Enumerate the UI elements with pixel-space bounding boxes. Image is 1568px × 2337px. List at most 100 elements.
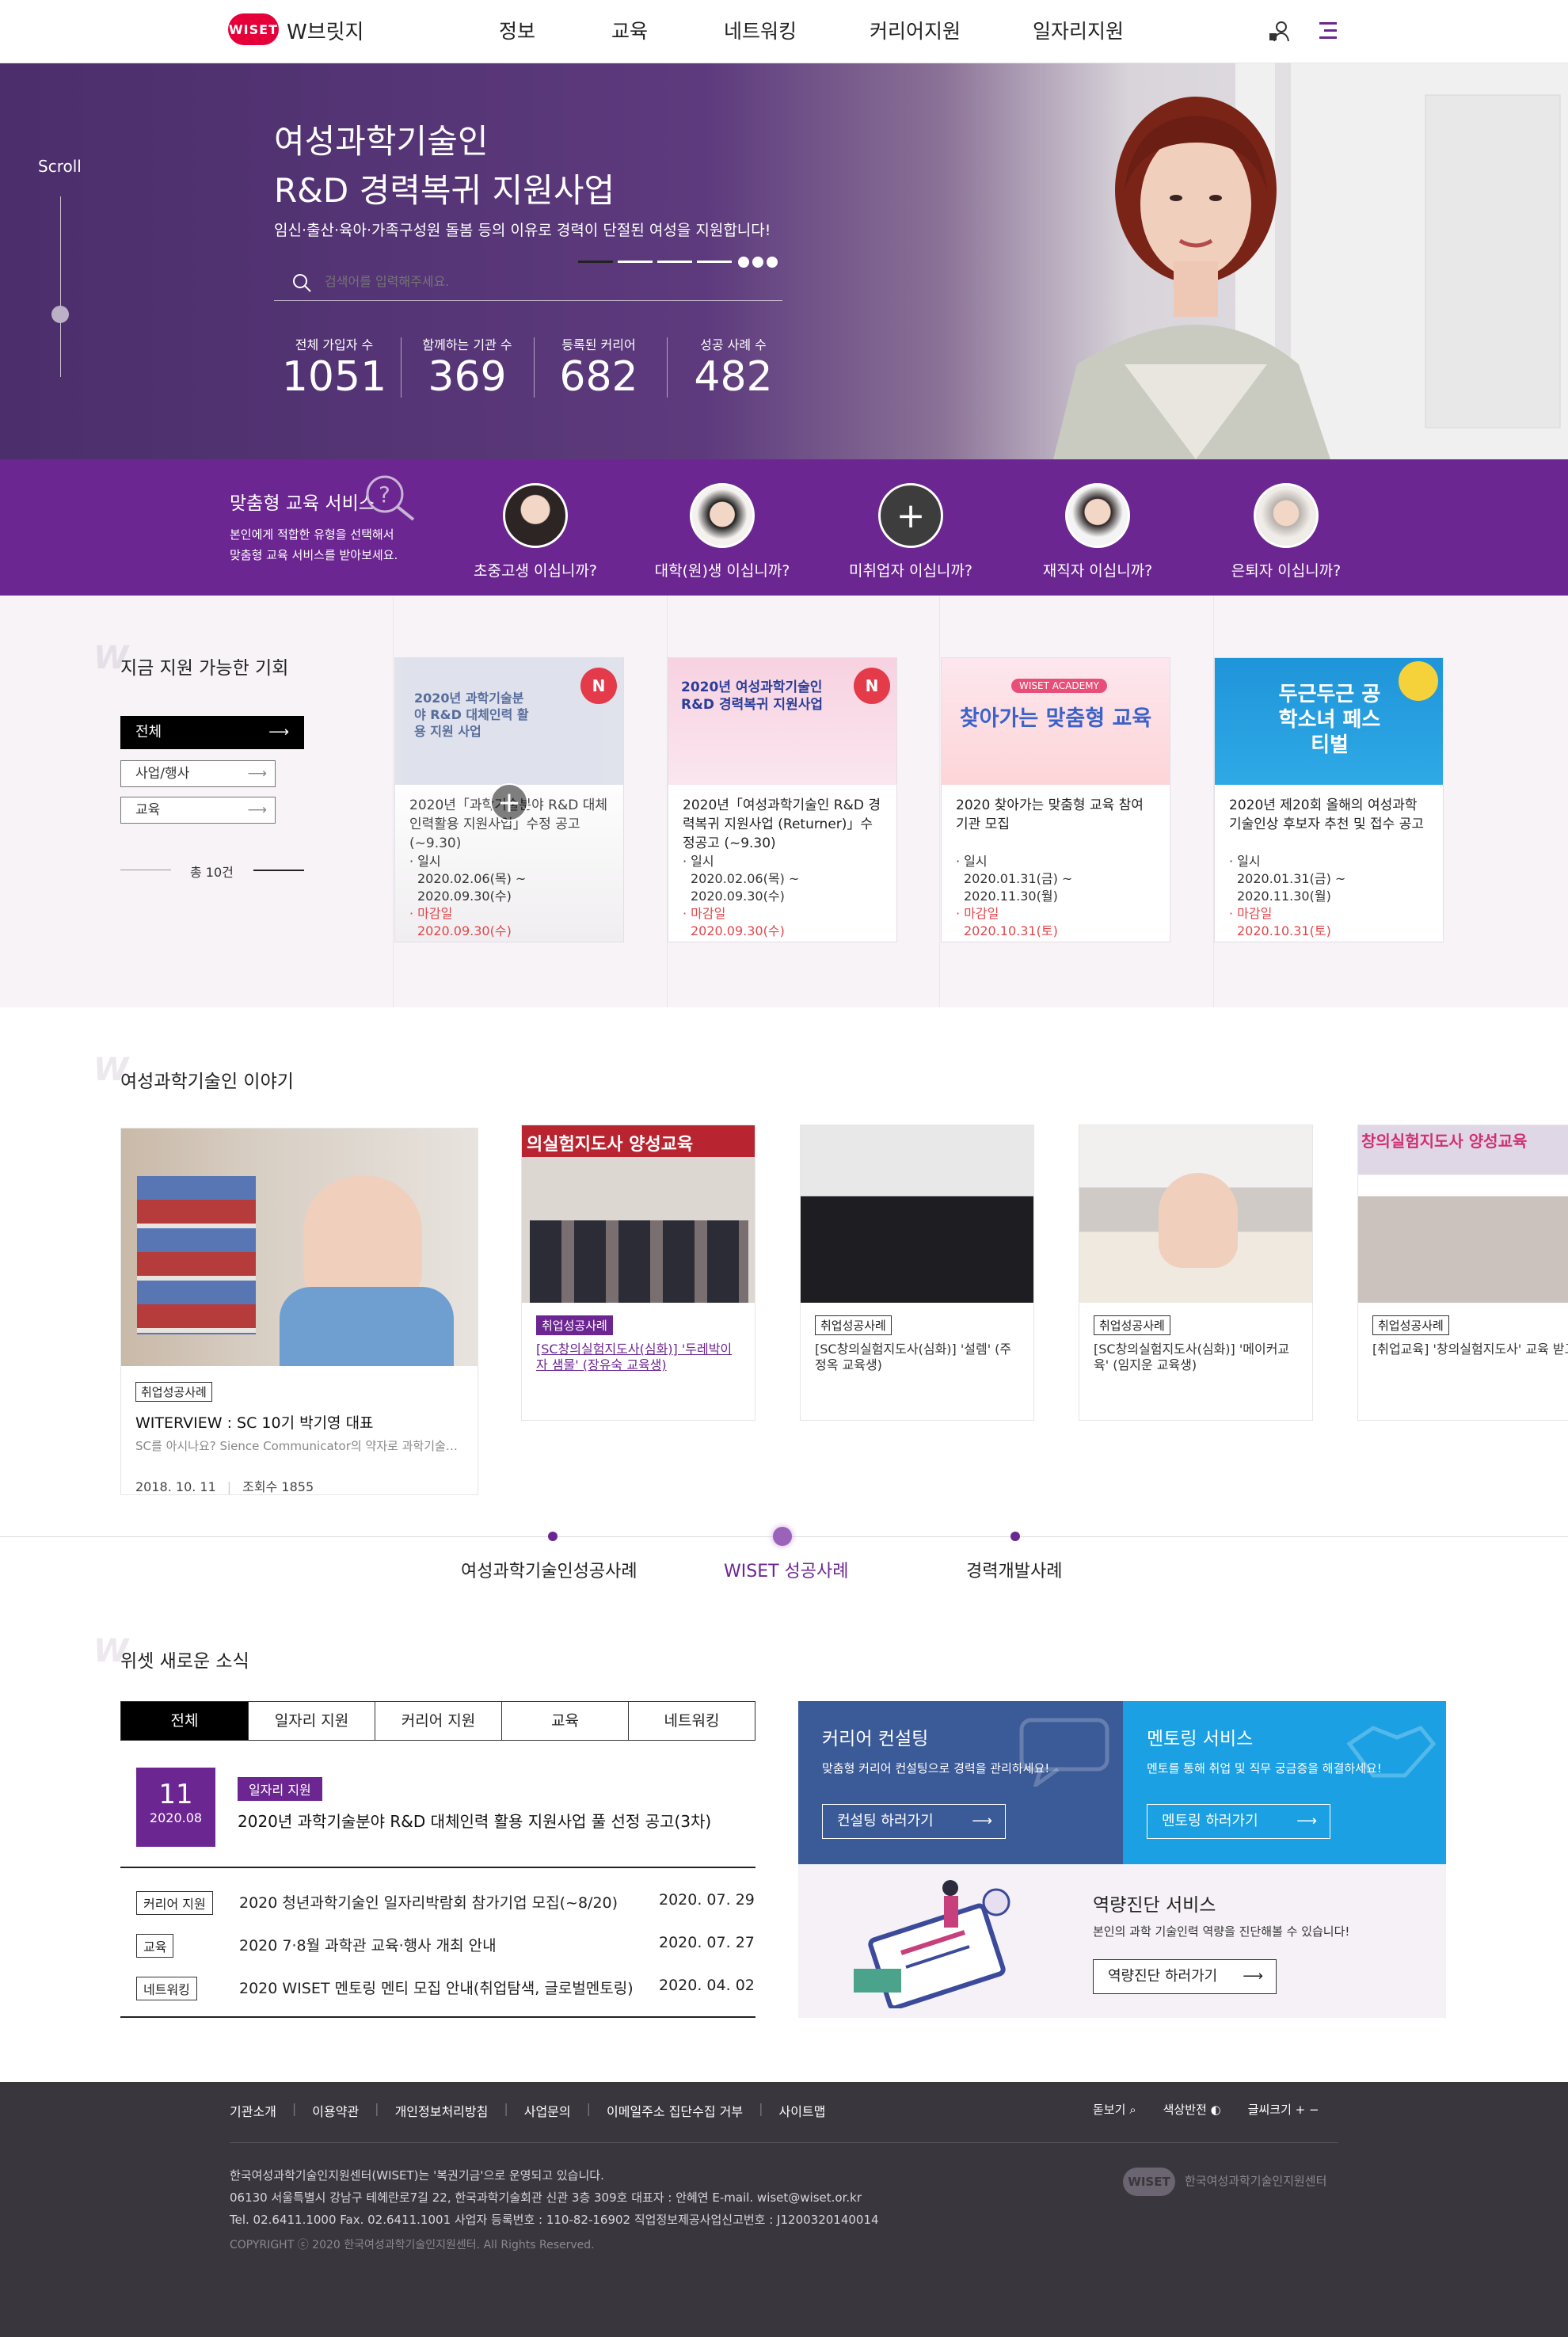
hero-title: 여성과학기술인 R&D 경력복귀 지원사업 bbox=[274, 122, 615, 210]
opportunities-section: W 지금 지원 가능한 기회 전체 ⟶ 사업/행사 ⟶ 교육 ⟶ 총 10건 2020… bbox=[0, 596, 1568, 1007]
news-tab-networking[interactable]: 네트워킹 bbox=[628, 1701, 755, 1741]
new-badge: N bbox=[580, 668, 617, 704]
opp-tab-business[interactable]: 사업/행사 ⟶ bbox=[120, 760, 276, 787]
stories-title: 여성과학기술인 이야기 bbox=[120, 1071, 294, 1092]
story-card[interactable]: 창의실험지도사 양성교육 취업성공사례 [취업교육] '창의실험지도사' 교육 … bbox=[1357, 1125, 1568, 1421]
story-card[interactable]: 취업성공사례 WITERVIEW : SC 10기 박기영 대표 SC를 아시나… bbox=[120, 1128, 478, 1495]
story-date: 2018. 10. 11 bbox=[135, 1479, 216, 1494]
font-size-tool[interactable]: 글씨크기 + − bbox=[1248, 2101, 1319, 2118]
hero-subtitle: 임신·출산·육아·가족구성원 돌봄 등의 이유로 경력이 단절된 여성을 지원합… bbox=[274, 222, 771, 239]
diagnosis-panel: 역량진단 서비스 본인의 과학 기술인력 역량을 진단해볼 수 있습니다! 역량… bbox=[798, 1864, 1446, 2018]
site-name[interactable]: W브릿지 bbox=[287, 16, 363, 45]
stat-value-members: 1051 bbox=[281, 353, 387, 401]
story-tab-wiset-success[interactable]: WISET 성공사례 bbox=[724, 1557, 849, 1582]
story-tag: 취업성공사례 bbox=[536, 1315, 613, 1335]
story-photo: 의실험지도사 양성교육 bbox=[522, 1125, 755, 1303]
story-tag: 취업성공사례 bbox=[815, 1315, 892, 1335]
svg-text:?: ? bbox=[379, 481, 390, 508]
search-icon[interactable] bbox=[291, 272, 312, 293]
diag-desc: 본인의 과학 기술인력 역량을 진단해볼 수 있습니다! bbox=[1093, 1924, 1350, 1939]
footer-link-terms[interactable]: 이용약관 bbox=[312, 2101, 359, 2120]
search-input[interactable] bbox=[325, 269, 768, 293]
type-employed[interactable]: 재직자 이십니까? bbox=[1018, 483, 1177, 580]
mentor-button[interactable]: 멘토링 하러가기 ⟶ bbox=[1147, 1804, 1330, 1839]
footer-link-about[interactable]: 기관소개 bbox=[230, 2101, 276, 2120]
opportunity-card[interactable]: 2020년 여성과학기술인 R&D 경력복귀 지원사업 N 2020년「여성과학… bbox=[668, 657, 897, 942]
opportunity-card[interactable]: 2020년 과학기술분야 R&D 대체인력 활용 지원 사업 N + 2020년… bbox=[394, 657, 624, 942]
news-tab-education[interactable]: 교육 bbox=[501, 1701, 629, 1741]
story-card[interactable]: 취업성공사례 [SC창의실험지도사(심화)] '설렘' (주정옥 교육생) bbox=[800, 1125, 1034, 1421]
color-invert-tool[interactable]: 색상반전 ◐ bbox=[1163, 2101, 1221, 2118]
story-photo bbox=[1079, 1125, 1312, 1303]
opp-tab-education[interactable]: 교육 ⟶ bbox=[120, 797, 276, 824]
nav-networking[interactable]: 네트워킹 bbox=[724, 16, 797, 44]
news-row-title[interactable]: 2020 7·8월 과학관 교육·행사 개최 안내 bbox=[239, 1934, 497, 1955]
footer-links: 기관소개 | 이용약관 | 개인정보처리방침 | 사업문의 | 이메일주소 집단수집 거… bbox=[230, 2101, 826, 2120]
footer-link-sitemap[interactable]: 사이트맵 bbox=[778, 2101, 825, 2120]
plus-icon[interactable]: + bbox=[1296, 2103, 1306, 2117]
site-header: WISET W브릿지 정보 교육 네트워킹 커리어지원 일자리지원 bbox=[0, 0, 1568, 63]
news-tab-jobs[interactable]: 일자리 지원 bbox=[248, 1701, 375, 1741]
story-tab-career-dev[interactable]: 경력개발사례 bbox=[966, 1557, 1062, 1582]
next-arrow[interactable] bbox=[253, 870, 304, 871]
news-tab-all[interactable]: 전체 bbox=[120, 1701, 249, 1741]
footer-link-inquiry[interactable]: 사업문의 bbox=[524, 2101, 571, 2120]
zoom-tool[interactable]: 돋보기 ⌕ bbox=[1093, 2101, 1136, 2118]
diag-button[interactable]: 역량진단 하러가기 ⟶ bbox=[1093, 1959, 1277, 1994]
retiree-avatar bbox=[1254, 483, 1319, 548]
opportunity-card[interactable]: 두근두근 공학소녀 페스티벌 2020년 제20회 올해의 여성과학기술인상 후… bbox=[1214, 657, 1444, 942]
opportunities-title: 지금 지원 가능한 기회 bbox=[120, 658, 289, 679]
footer-link-privacy[interactable]: 개인정보처리방침 bbox=[395, 2101, 489, 2120]
stories-section: W 여성과학기술인 이야기 취업성공사례 WITERVIEW : SC 10기 … bbox=[0, 1007, 1568, 1633]
footer-link-email-refuse[interactable]: 이메일주소 집단수집 거부 bbox=[607, 2101, 743, 2120]
news-tab-career[interactable]: 커리어 지원 bbox=[375, 1701, 502, 1741]
story-tab-women-success[interactable]: 여성과학기술인성공사례 bbox=[461, 1557, 637, 1582]
card-date: 2020.02.06(목) ~ 2020.09.30(수) bbox=[417, 871, 527, 904]
diagnosis-illustration bbox=[854, 1880, 1010, 2008]
stat-divider bbox=[534, 337, 535, 398]
story-card[interactable]: 취업성공사례 [SC창의실험지도사(심화)] '메이커교육' (임지운 교육생) bbox=[1079, 1125, 1313, 1421]
opportunity-card[interactable]: WISET ACADEMY 찾아가는 맞춤형 교육 2020 찾아가는 맞춤형 … bbox=[941, 657, 1170, 942]
handshake-icon bbox=[1346, 1725, 1437, 1778]
type-university[interactable]: 대학(원)생 이십니까? bbox=[643, 483, 801, 580]
type-retired[interactable]: 은퇴자 이십니까? bbox=[1207, 483, 1365, 580]
type-unemployed[interactable]: + 미취업자 이십니까? bbox=[832, 483, 990, 580]
minus-icon[interactable]: − bbox=[1309, 2103, 1319, 2117]
custom-edu-desc: 본인에게 적합한 유형을 선택해서 맞춤형 교육 서비스를 받아보세요. bbox=[230, 527, 398, 562]
plus-icon[interactable]: + bbox=[490, 783, 528, 821]
login-icon[interactable] bbox=[1267, 19, 1292, 48]
nav-jobs[interactable]: 일자리지원 bbox=[1033, 16, 1124, 44]
timeline-dot bbox=[1010, 1532, 1020, 1541]
nav-career[interactable]: 커리어지원 bbox=[870, 16, 961, 44]
news-badge: 교육 bbox=[136, 1934, 174, 1958]
news-row-title[interactable]: 2020 WISET 멘토링 멘티 모집 안내(취업탐색, 글로벌멘토링) bbox=[239, 1977, 634, 1998]
news-row[interactable]: 커리어 지원 2020 청년과학기술인 일자리박람회 참가기업 모집(~8/20… bbox=[120, 1885, 755, 1928]
card-deadline: 2020.09.30(수) bbox=[417, 923, 512, 938]
contrast-icon: ◐ bbox=[1210, 2103, 1221, 2117]
hero-search-bar[interactable] bbox=[274, 263, 782, 301]
news-row-title[interactable]: 2020 청년과학기술인 일자리박람회 참가기업 모집(~8/20) bbox=[239, 1891, 618, 1913]
story-title: [SC창의실험지도사(심화)] '메이커교육' (임지운 교육생) bbox=[1094, 1342, 1290, 1372]
nav-info[interactable]: 정보 bbox=[499, 16, 535, 44]
news-row[interactable]: 네트워킹 2020 WISET 멘토링 멘티 모집 안내(취업탐색, 글로벌멘토… bbox=[120, 1970, 755, 2013]
mentor-desc: 멘토를 통해 취업 및 직무 궁금증을 해결하세요! bbox=[1147, 1761, 1382, 1776]
consult-desc: 맞춤형 커리어 컨설팅으로 경력을 관리하세요! bbox=[822, 1761, 1050, 1776]
consult-button[interactable]: 컨설팅 하러가기 ⟶ bbox=[822, 1804, 1006, 1839]
new-badge: N bbox=[854, 668, 890, 704]
card-date-label: · 일시 bbox=[683, 854, 714, 869]
story-card[interactable]: 의실험지도사 양성교육 취업성공사례 [SC창의실험지도사(심화)] '두레박이… bbox=[521, 1125, 755, 1421]
nav-education[interactable]: 교육 bbox=[611, 16, 648, 44]
news-badge: 커리어 지원 bbox=[136, 1891, 213, 1915]
menu-icon[interactable] bbox=[1316, 21, 1338, 44]
featured-news-title[interactable]: 2020년 과학기술분야 R&D 대체인력 활용 지원사업 풀 선정 공고(3차… bbox=[238, 1809, 711, 1832]
opp-tab-all[interactable]: 전체 ⟶ bbox=[120, 716, 304, 749]
stat-label-orgs: 함께하는 기관 수 bbox=[422, 337, 512, 352]
story-title[interactable]: [SC창의실험지도사(심화)] '두레박이자 샘물' (장유숙 교육생) bbox=[536, 1342, 740, 1373]
wiset-logo[interactable]: WISET bbox=[228, 13, 279, 45]
type-student[interactable]: 초중고생 이십니까? bbox=[456, 483, 615, 580]
card-deadline: 2020.09.30(수) bbox=[691, 923, 785, 938]
mentoring-panel: 멘토링 서비스 멘토를 통해 취업 및 직무 궁금증을 해결하세요! 멘토링 하… bbox=[1123, 1701, 1446, 1864]
magnifier-icon: ⌕ bbox=[1129, 2103, 1136, 2117]
news-row[interactable]: 교육 2020 7·8월 과학관 교육·행사 개최 안내 2020. 07. 2… bbox=[120, 1928, 755, 1970]
scroll-indicator[interactable] bbox=[51, 306, 69, 323]
